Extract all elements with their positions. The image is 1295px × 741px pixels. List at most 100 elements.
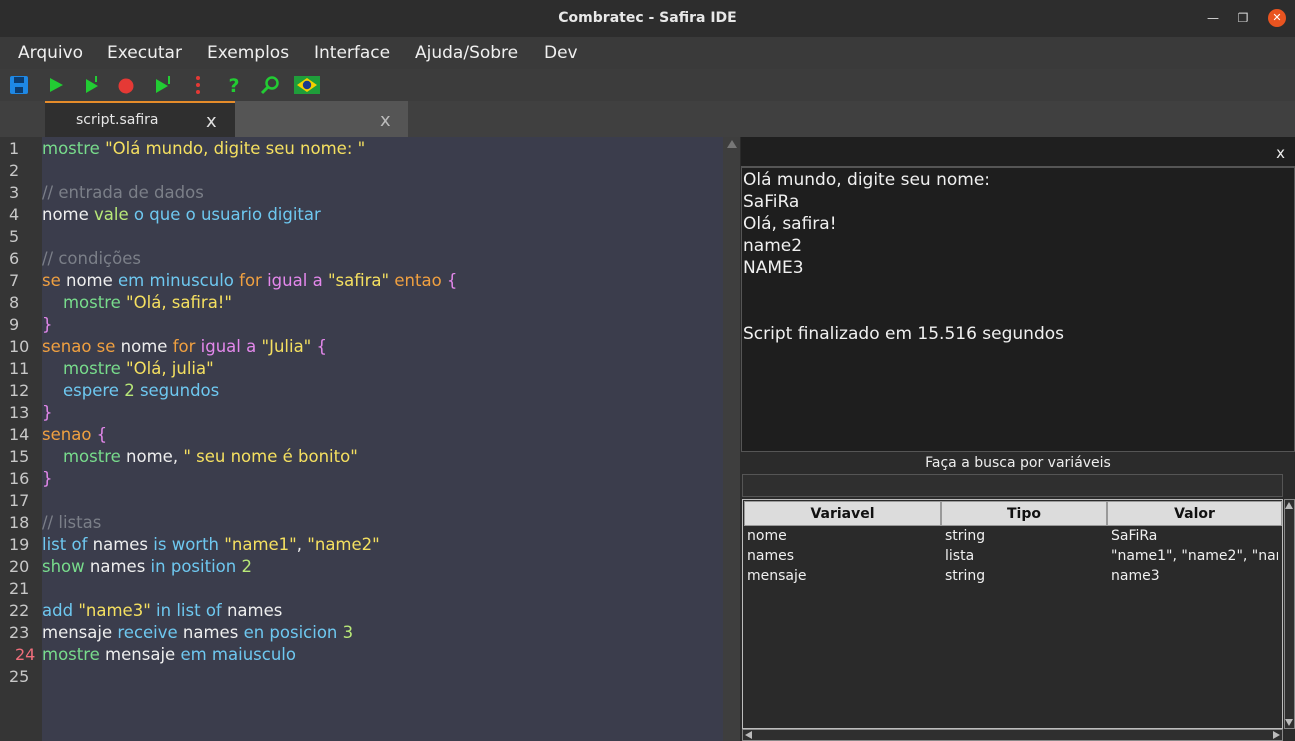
line-number: 17 xyxy=(9,491,30,510)
current-line-number: 24 xyxy=(15,645,36,664)
line-number: 18 xyxy=(9,513,30,532)
line-number: 15 xyxy=(9,447,30,466)
menu-dev[interactable]: Dev xyxy=(544,37,578,69)
line-number: 3 xyxy=(9,183,20,202)
code-line: list of names is worth "name1", "name2" xyxy=(42,535,380,554)
code-line: mostre "Olá, safira!" xyxy=(62,293,233,312)
line-number: 1 xyxy=(9,139,20,158)
line-number: 9 xyxy=(9,315,20,334)
maximize-button[interactable]: ❐ xyxy=(1234,9,1252,27)
line-number: 20 xyxy=(9,557,30,576)
menu-interface[interactable]: Interface xyxy=(314,37,390,69)
console-line: Olá mundo, digite seu nome: xyxy=(743,170,991,190)
code-line: mostre nome, " seu nome é bonito" xyxy=(62,447,358,466)
code-line: senao se nome for igual a "Julia" { xyxy=(42,337,328,356)
code-line: mostre mensaje em maiusculo xyxy=(42,645,296,664)
variable-search-label: Faça a busca por variáveis xyxy=(741,452,1295,474)
tab-bar: script.safira x x xyxy=(0,101,1295,137)
column-header-variavel[interactable]: Variavel xyxy=(744,501,941,526)
column-header-tipo[interactable]: Tipo xyxy=(941,501,1107,526)
table-vertical-scrollbar[interactable] xyxy=(1284,499,1295,729)
code-line: // entrada de dados xyxy=(42,183,204,202)
line-number: 21 xyxy=(9,579,30,598)
line-number: 22 xyxy=(9,601,30,620)
title-bar: Combratec - Safira IDE — ❐ ✕ xyxy=(0,0,1295,37)
code-line: mostre "Olá mundo, digite seu nome: " xyxy=(42,139,366,158)
variable-name-cell[interactable]: nome xyxy=(747,528,937,544)
scroll-up-arrow-icon[interactable] xyxy=(727,140,737,148)
line-number: 19 xyxy=(9,535,30,554)
brazil-flag-icon[interactable] xyxy=(294,75,320,95)
run-line-icon[interactable] xyxy=(153,75,173,95)
editor-scrollbar[interactable] xyxy=(723,137,740,741)
column-header-valor[interactable]: Valor xyxy=(1107,501,1282,526)
code-line: add "name3" in list of names xyxy=(42,601,283,620)
close-tab-button[interactable]: x xyxy=(380,110,391,131)
line-number: 5 xyxy=(9,227,20,246)
console-line: name2 xyxy=(743,236,803,256)
scroll-down-arrow-icon[interactable] xyxy=(1285,719,1293,726)
variable-type-cell[interactable]: lista xyxy=(945,548,1105,564)
menu-exemplos[interactable]: Exemplos xyxy=(207,37,289,69)
run-step-icon[interactable] xyxy=(82,75,102,95)
line-number: 2 xyxy=(9,161,20,180)
toolbar: ? xyxy=(0,69,1295,101)
variable-type-cell[interactable]: string xyxy=(945,568,1105,584)
scroll-up-arrow-icon[interactable] xyxy=(1285,502,1293,509)
code-line: se nome em minusculo for igual a "safira… xyxy=(42,271,458,290)
menu-ajuda-sobre[interactable]: Ajuda/Sobre xyxy=(415,37,518,69)
line-number: 11 xyxy=(9,359,30,378)
code-line: espere 2 segundos xyxy=(62,381,220,400)
code-line: senao { xyxy=(42,425,108,444)
tab-label: script.safira xyxy=(76,112,159,128)
console-status-line: Script finalizado em 15.516 segundos xyxy=(743,324,1065,344)
window-title: Combratec - Safira IDE xyxy=(558,10,737,26)
variable-value-cell[interactable]: SaFiRa xyxy=(1111,528,1278,544)
scroll-left-arrow-icon[interactable] xyxy=(745,731,752,739)
menu-bar: Arquivo Executar Exemplos Interface Ajud… xyxy=(0,37,1295,69)
tab-script-safira[interactable]: script.safira x xyxy=(45,101,235,137)
variable-type-cell[interactable]: string xyxy=(945,528,1105,544)
code-line: nome vale o que o usuario digitar xyxy=(42,205,321,224)
more-vertical-icon[interactable] xyxy=(188,75,208,95)
line-number: 16 xyxy=(9,469,30,488)
line-number: 4 xyxy=(9,205,20,224)
scroll-right-arrow-icon[interactable] xyxy=(1273,731,1280,739)
menu-executar[interactable]: Executar xyxy=(107,37,182,69)
minimize-button[interactable]: — xyxy=(1204,9,1222,27)
close-console-button[interactable]: x xyxy=(1276,144,1285,162)
variable-name-cell[interactable]: mensaje xyxy=(747,568,937,584)
variable-value-cell[interactable]: name3 xyxy=(1111,568,1278,584)
save-icon[interactable] xyxy=(9,75,29,95)
menu-arquivo[interactable]: Arquivo xyxy=(18,37,83,69)
console-header: x xyxy=(741,137,1295,167)
line-number: 25 xyxy=(9,667,30,686)
line-number: 7 xyxy=(9,271,20,290)
output-panel: x Olá mundo, digite seu nome: SaFiRa Olá… xyxy=(741,137,1295,741)
code-line: } xyxy=(42,403,53,422)
close-window-button[interactable]: ✕ xyxy=(1268,9,1286,27)
tab-untitled[interactable]: x xyxy=(235,101,408,137)
help-icon[interactable]: ? xyxy=(224,75,244,95)
variable-value-cell[interactable]: "name1", "name2", "name3" xyxy=(1111,548,1278,564)
code-line: show names in position 2 xyxy=(42,557,252,576)
line-number: 8 xyxy=(9,293,20,312)
variable-name-cell[interactable]: names xyxy=(747,548,937,564)
search-icon[interactable] xyxy=(260,75,280,95)
line-number: 12 xyxy=(9,381,30,400)
stop-icon[interactable] xyxy=(116,75,136,95)
run-icon[interactable] xyxy=(46,75,66,95)
line-number-gutter: 1 2 3 4 5 6 7 8 9 10 11 12 13 14 15 16 1… xyxy=(0,137,42,741)
code-line: } xyxy=(42,315,53,334)
code-line: mostre "Olá, julia" xyxy=(62,359,214,378)
line-number: 6 xyxy=(9,249,20,268)
code-line: } xyxy=(42,469,53,488)
console-line: NAME3 xyxy=(743,258,804,278)
close-tab-button[interactable]: x xyxy=(206,111,217,132)
console-line: SaFiRa xyxy=(743,192,800,212)
table-horizontal-scrollbar[interactable] xyxy=(742,729,1283,741)
variable-search-input[interactable] xyxy=(742,474,1283,497)
line-number: 10 xyxy=(9,337,30,356)
line-number: 13 xyxy=(9,403,30,422)
code-editor[interactable]: 1 2 3 4 5 6 7 8 9 10 11 12 13 14 15 16 1… xyxy=(0,137,723,741)
